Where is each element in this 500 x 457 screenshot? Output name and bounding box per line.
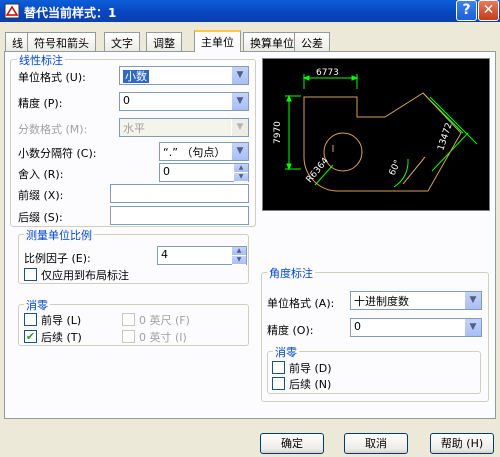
preview-pane: 6773 7970 13472 R6364 60° (262, 58, 490, 211)
tab-primary-units[interactable]: 主单位 (194, 30, 241, 52)
fraction-format-value: 水平 (123, 122, 145, 135)
angular-precision-value: 0 (354, 320, 361, 333)
unit-format-label: 单位格式 (U): (18, 71, 86, 84)
chevron-down-icon[interactable]: ▼ (464, 292, 481, 309)
angular-dimensions-legend: 角度标注 (267, 265, 315, 281)
fraction-format-label: 分数格式 (M): (18, 123, 88, 136)
dim-radius-text: R6364 (305, 156, 332, 185)
tab-fit[interactable]: 调整 (146, 32, 182, 51)
zero-suppression-legend: 消零 (24, 297, 50, 313)
roundoff-input[interactable]: 0 ▲ ▼ (159, 163, 249, 182)
decimal-separator-select[interactable]: “.” （句点） ▼ (159, 142, 249, 161)
scale-factor-value: 4 (161, 248, 168, 261)
dim-right-text: 13472 (436, 122, 454, 152)
help-button[interactable]: 帮助 (H) (430, 433, 494, 454)
suffix-label: 后缀 (S): (18, 211, 63, 224)
tab-symbols-arrows[interactable]: 符号和箭头 (27, 32, 96, 51)
feet-checkbox (122, 313, 135, 326)
angular-zero-suppression-legend: 消零 (273, 344, 299, 360)
dim-angle-text: 60° (388, 159, 404, 178)
help-title-button[interactable]: ? (456, 0, 477, 21)
leading-label: 前导 (L) (41, 314, 82, 327)
spin-down-icon[interactable]: ▼ (234, 173, 248, 182)
ok-button[interactable]: 确定 (260, 433, 324, 454)
tab-alternate-units[interactable]: 换算单位 (243, 32, 301, 51)
roundoff-value: 0 (163, 165, 170, 178)
prefix-input[interactable] (110, 184, 249, 203)
precision-label: 精度 (P): (18, 97, 63, 110)
leading-checkbox[interactable] (24, 313, 37, 326)
chevron-down-icon[interactable]: ▼ (231, 143, 248, 160)
inches-label: 0 英寸 (I) (139, 331, 187, 344)
prefix-label: 前缀 (X): (18, 189, 64, 202)
title-bar: 替代当前样式：1 ? ✕ (0, 0, 500, 22)
trailing-checkbox[interactable]: ✔ (24, 330, 37, 343)
dim-top-text: 6773 (316, 68, 339, 78)
unit-format-select[interactable]: 小数 ▼ (119, 66, 249, 85)
cancel-button[interactable]: 取消 (344, 433, 408, 454)
tab-tolerances[interactable]: 公差 (294, 32, 330, 51)
angular-precision-label: 精度 (O): (267, 324, 314, 337)
angular-trailing-label: 后续 (N) (289, 378, 332, 391)
unit-format-value: 小数 (123, 70, 149, 83)
feet-label: 0 英尺 (F) (139, 314, 190, 327)
spin-down-icon[interactable]: ▼ (232, 256, 246, 265)
angular-unit-format-value: 十进制度数 (354, 295, 409, 308)
chevron-down-icon: ▼ (231, 119, 248, 136)
spin-up-icon[interactable]: ▲ (232, 247, 246, 256)
chevron-down-icon[interactable]: ▼ (231, 93, 248, 110)
dimension-preview-graphic: 6773 7970 13472 R6364 60° (273, 68, 478, 192)
roundoff-spinner[interactable]: ▲ ▼ (234, 164, 248, 182)
angular-trailing-checkbox[interactable] (272, 377, 285, 390)
chevron-down-icon[interactable]: ▼ (464, 319, 481, 336)
roundoff-label: 舍入 (R): (18, 168, 64, 181)
trailing-label: 后续 (T) (41, 331, 82, 344)
window-title: 替代当前样式：1 (24, 6, 117, 20)
close-title-button[interactable]: ✕ (478, 0, 499, 21)
angular-leading-checkbox[interactable] (272, 361, 285, 374)
dim-left-text: 7970 (273, 121, 283, 144)
chevron-down-icon[interactable]: ▼ (231, 67, 248, 84)
scale-factor-spinner[interactable]: ▲ ▼ (232, 247, 246, 265)
layout-only-checkbox[interactable] (24, 268, 37, 281)
app-icon (4, 3, 20, 19)
suffix-input[interactable] (110, 206, 249, 225)
scale-factor-label: 比例因子 (E): (24, 252, 91, 265)
fraction-format-select[interactable]: 水平 ▼ (119, 118, 249, 137)
precision-select[interactable]: 0 ▼ (119, 92, 249, 111)
linear-dimensions-legend: 线性标注 (17, 52, 65, 68)
decimal-separator-value: “.” （句点） (163, 146, 226, 159)
decimal-separator-label: 小数分隔符 (C): (18, 147, 97, 160)
scale-factor-input[interactable]: 4 ▲ ▼ (157, 246, 247, 265)
measurement-scale-legend: 测量单位比例 (24, 227, 94, 243)
angular-unit-format-select[interactable]: 十进制度数 ▼ (350, 291, 482, 310)
angular-precision-select[interactable]: 0 ▼ (350, 318, 482, 337)
precision-value: 0 (123, 94, 130, 107)
inches-checkbox (122, 330, 135, 343)
layout-only-label: 仅应用到布局标注 (41, 269, 129, 282)
spin-up-icon[interactable]: ▲ (234, 164, 248, 173)
tab-text[interactable]: 文字 (104, 32, 140, 51)
angular-unit-format-label: 单位格式 (A): (267, 297, 335, 310)
angular-leading-label: 前导 (D) (289, 362, 332, 375)
